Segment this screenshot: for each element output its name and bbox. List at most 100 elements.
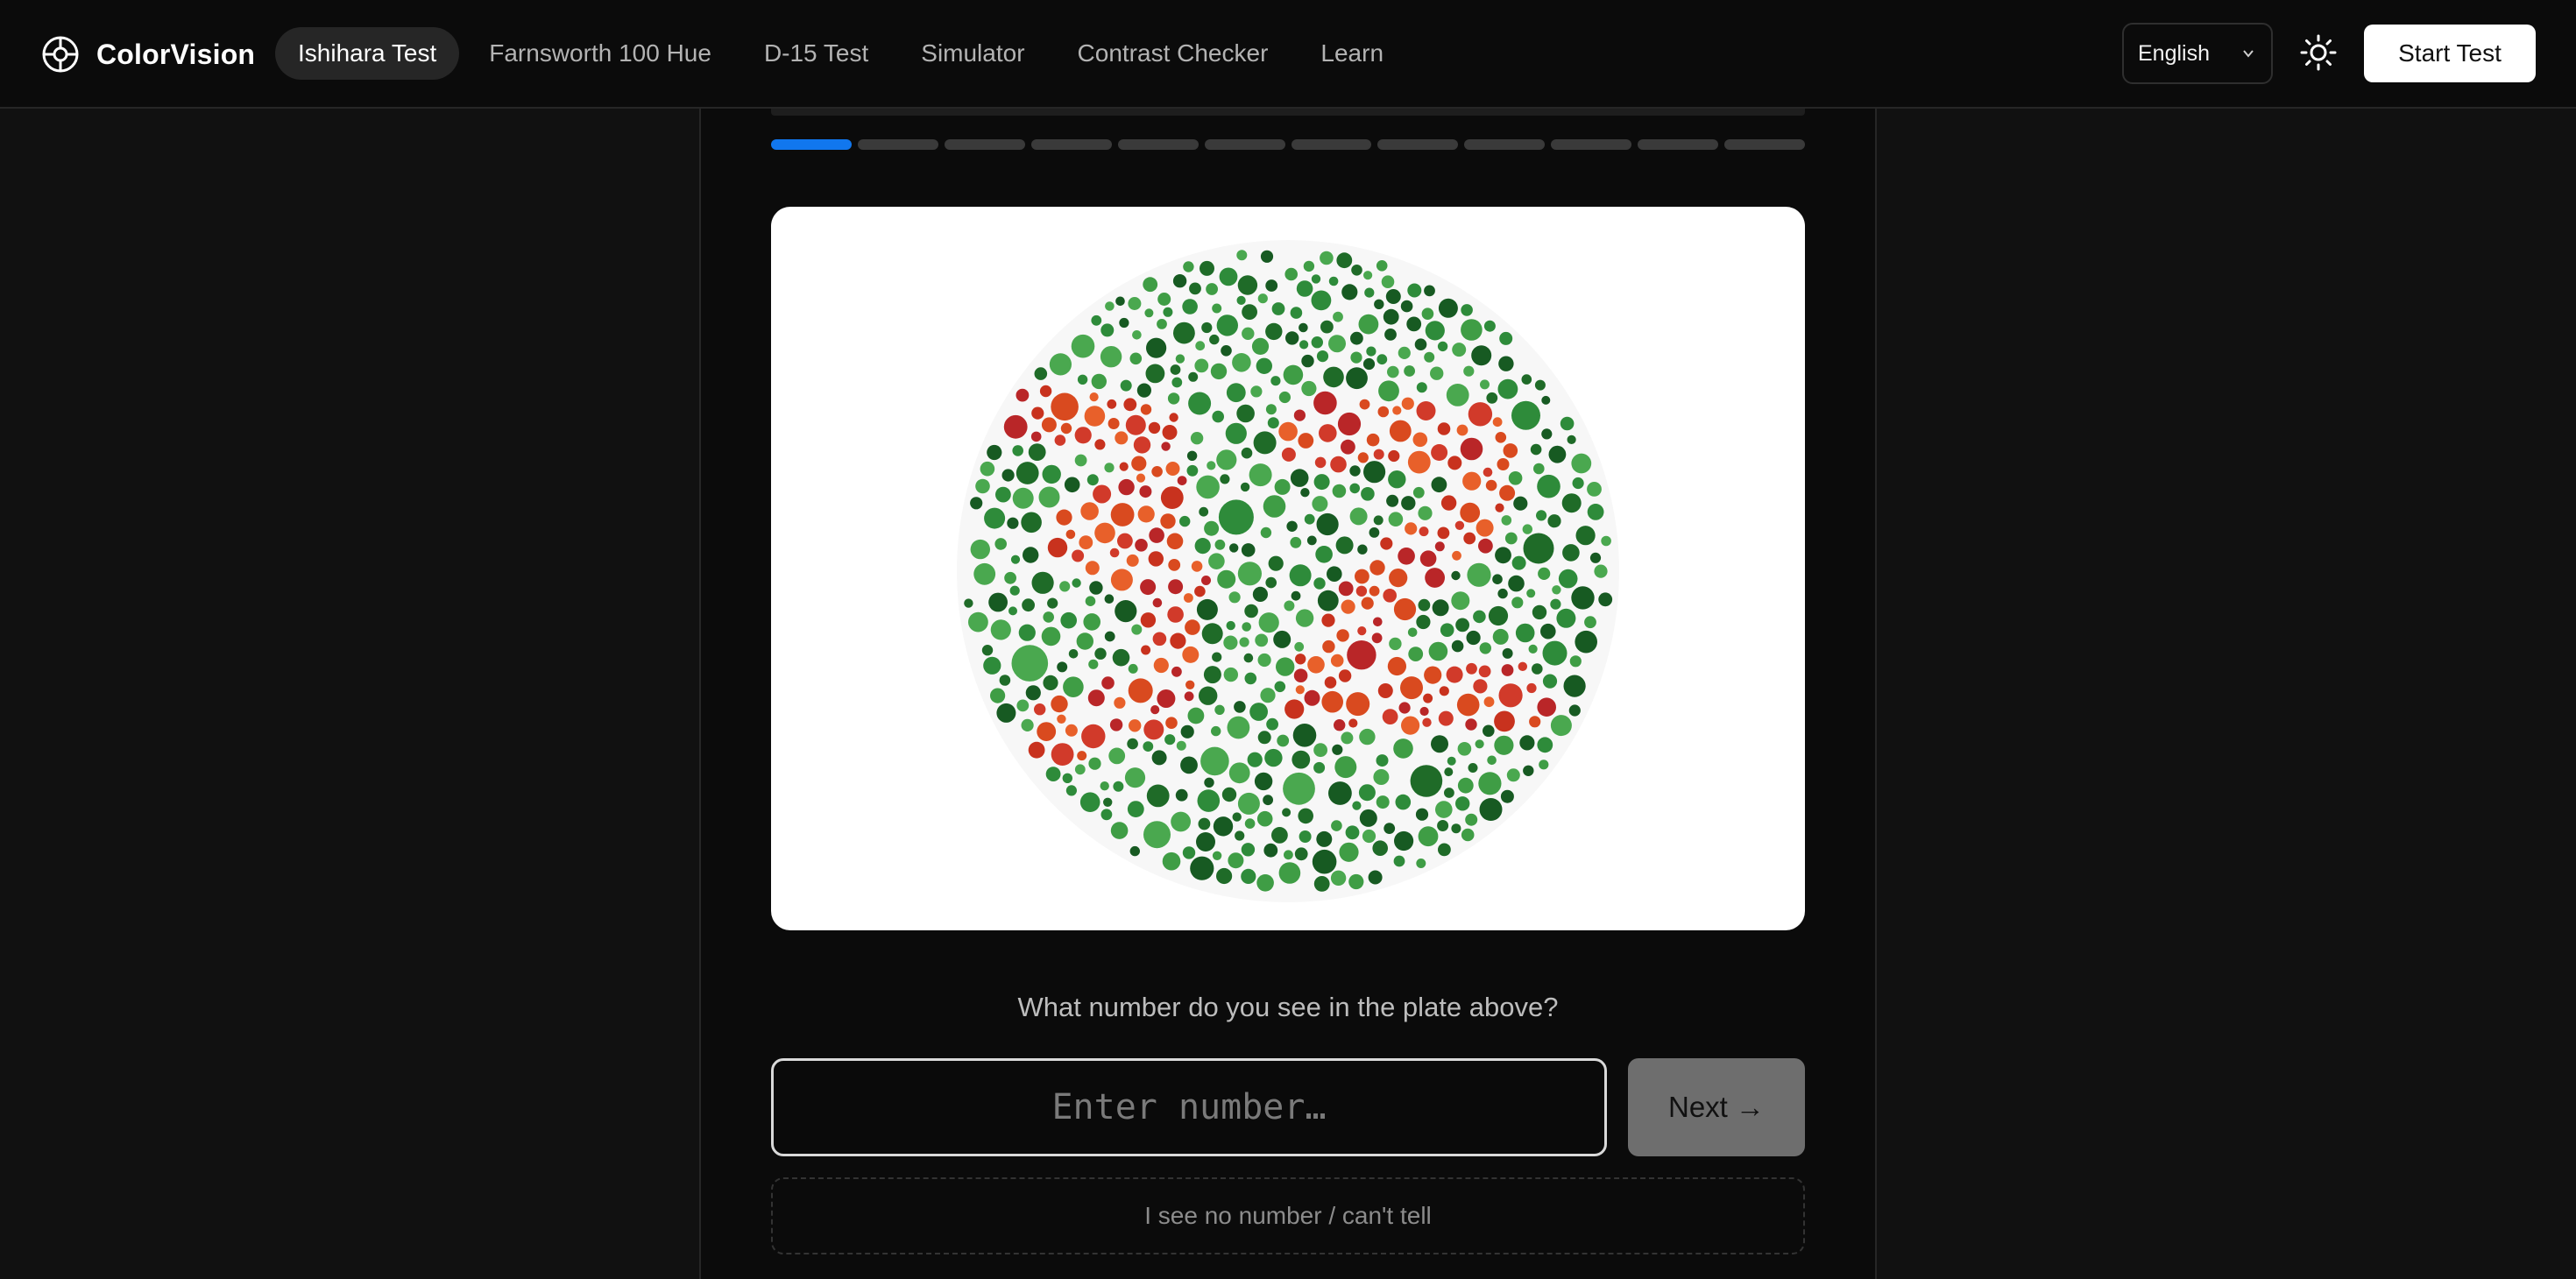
plate-dot-background: [1144, 308, 1154, 318]
plate-dot-background: [1393, 855, 1405, 867]
plate-dot-background: [1346, 367, 1368, 390]
plate-dot-background: [1311, 336, 1323, 349]
brand-home-link[interactable]: ColorVision: [40, 32, 255, 77]
plate-dot-figure: [1537, 697, 1556, 717]
plate-dot-figure: [1101, 676, 1115, 689]
plate-dot-background: [1131, 624, 1143, 635]
plate-dot-background: [1216, 867, 1233, 885]
plate-dot-background: [1196, 832, 1215, 851]
nav-d15-test[interactable]: D-15 Test: [741, 27, 891, 80]
nav-simulator[interactable]: Simulator: [898, 27, 1047, 80]
plate-dot-background: [1170, 364, 1181, 375]
nav-learn[interactable]: Learn: [1298, 27, 1406, 80]
plate-dot-background: [1083, 613, 1100, 631]
plate-dot-background: [1313, 577, 1326, 590]
plate-dot-background: [1351, 265, 1362, 276]
plate-dot-background: [1431, 735, 1448, 753]
sun-icon[interactable]: [2299, 33, 2338, 72]
plate-dot-figure: [1085, 561, 1100, 576]
plate-dot-figure: [1165, 462, 1180, 476]
plate-dot-background: [1294, 641, 1305, 652]
plate-dot-figure: [1434, 541, 1445, 552]
plate-dot-background: [1188, 371, 1199, 382]
plate-dot-figure: [1129, 719, 1142, 732]
plate-dot-background: [1236, 295, 1246, 305]
plate-dot-figure: [1160, 513, 1176, 529]
plate-dot-background: [1227, 716, 1250, 739]
plate-dot-background: [1285, 331, 1299, 345]
plate-dot-figure: [1034, 703, 1046, 716]
plate-dot-figure: [1166, 533, 1184, 550]
plate-dot-figure: [1439, 686, 1449, 696]
plate-dot-background: [1182, 299, 1198, 314]
plate-dot-background: [1208, 553, 1225, 569]
plate-dot-figure: [1499, 484, 1516, 501]
plate-dot-background: [1232, 812, 1242, 822]
plate-dot-background: [1028, 443, 1046, 461]
plate-dot-background: [1236, 404, 1255, 423]
next-button[interactable]: Next →: [1628, 1058, 1805, 1156]
plate-dot-figure: [1051, 392, 1079, 421]
plate-dot-figure: [1380, 537, 1393, 550]
language-select[interactable]: English: [2122, 23, 2273, 84]
plate-dot-figure: [1093, 484, 1112, 504]
plate-dot-figure: [1114, 696, 1126, 709]
progress-segment: [857, 139, 938, 150]
plate-dot-background: [1265, 279, 1278, 292]
plate-dot-background: [1444, 767, 1454, 777]
plate-dot-background: [1229, 543, 1239, 553]
plate-dot-background: [1266, 717, 1278, 731]
plate-dot-background: [1584, 616, 1596, 629]
plate-dot-background: [1284, 850, 1293, 860]
plate-dot-background: [1008, 606, 1017, 616]
plate-dot-figure: [1336, 629, 1349, 642]
plate-dot-figure: [1476, 519, 1494, 537]
plate-dot-background: [1157, 293, 1171, 306]
plate-dot-background: [980, 461, 995, 477]
plate-dot-background: [1515, 623, 1535, 643]
plate-dot-background: [1547, 514, 1561, 528]
number-input[interactable]: [771, 1058, 1607, 1156]
nav-contrast-checker[interactable]: Contrast Checker: [1055, 27, 1292, 80]
plate-dot-background: [1221, 345, 1232, 357]
plate-dot-figure: [1077, 751, 1087, 761]
plate-dot-background: [1388, 512, 1404, 526]
plate-dot-background: [1350, 331, 1363, 345]
plate-dot-background: [1414, 338, 1427, 350]
plate-dot-background: [1257, 731, 1271, 745]
main-nav: Ishihara Test Farnsworth 100 Hue D-15 Te…: [275, 27, 1406, 80]
plate-dot-background: [1057, 661, 1068, 673]
plate-dot-background: [1171, 377, 1183, 388]
nav-ishihara-test[interactable]: Ishihara Test: [275, 27, 460, 80]
plate-dot-background: [1187, 707, 1205, 724]
plate-dot-background: [1494, 735, 1514, 755]
plate-dot-background: [1124, 767, 1146, 788]
plate-dot-background: [1100, 346, 1122, 368]
nav-farnsworth-100-hue[interactable]: Farnsworth 100 Hue: [466, 27, 734, 80]
plate-dot-background: [1115, 600, 1137, 623]
plate-dot-background: [1335, 536, 1354, 555]
plate-dot-figure: [1355, 585, 1368, 597]
plate-dot-background: [1418, 598, 1431, 611]
no-number-button[interactable]: I see no number / can't tell: [771, 1177, 1805, 1254]
plate-dot-background: [1286, 520, 1298, 532]
plate-dot-background: [1264, 748, 1283, 767]
plate-dot-background: [1004, 571, 1016, 584]
plate-dot-figure: [1168, 579, 1184, 595]
plate-dot-background: [1511, 597, 1524, 609]
plate-dot-background: [1247, 752, 1263, 767]
plate-dot-figure: [1041, 417, 1057, 433]
plate-dot-background: [1438, 298, 1458, 318]
plate-dot-background: [1492, 628, 1509, 645]
plate-dot-background: [1561, 493, 1582, 513]
plate-dot-figure: [1377, 406, 1390, 418]
plate-dot-background: [1315, 546, 1333, 563]
plate-dot-background: [1104, 631, 1115, 642]
start-test-button[interactable]: Start Test: [2364, 25, 2536, 82]
plate-dot-figure: [1478, 665, 1491, 678]
plate-dot-figure: [1171, 666, 1182, 677]
plate-dot-background: [1563, 675, 1586, 697]
plate-dot-background: [1228, 591, 1241, 604]
plate-dot-background: [1362, 357, 1376, 371]
plate-dot-background: [1317, 590, 1339, 611]
